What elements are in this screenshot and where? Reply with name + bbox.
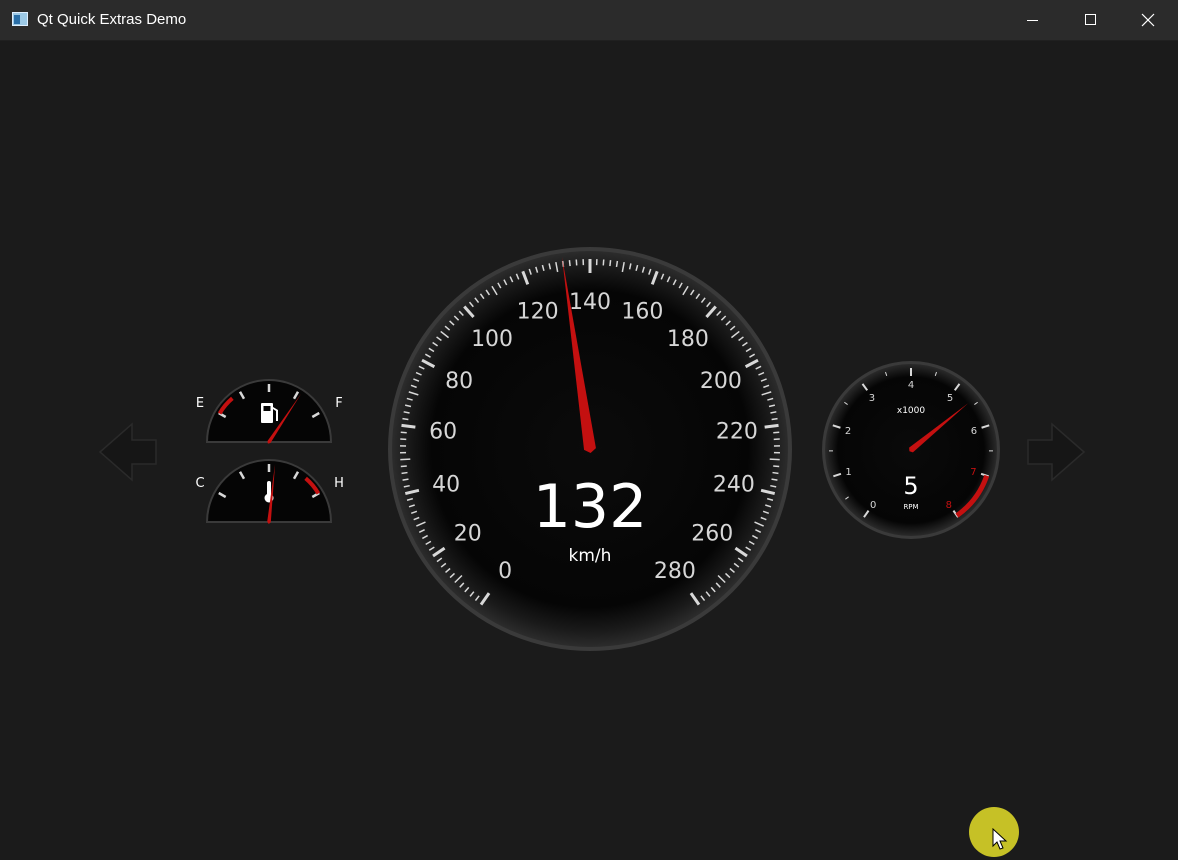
tachometer-multiplier: x1000 xyxy=(897,406,926,416)
tachometer-tick-label: 2 xyxy=(845,426,851,437)
gear-readout: 5 xyxy=(903,472,918,500)
right-turn-signal xyxy=(1027,422,1086,482)
mouse-cursor-icon xyxy=(992,828,1008,850)
speedometer-tick-label: 140 xyxy=(569,290,611,315)
tachometer-tick-label: 8 xyxy=(946,500,952,511)
speed-readout: 132 xyxy=(533,472,648,542)
speedometer-tick-label: 160 xyxy=(621,300,663,325)
speedometer-tick-label: 260 xyxy=(691,521,733,546)
tachometer-unit: RPM xyxy=(903,503,918,511)
close-button[interactable] xyxy=(1119,0,1177,40)
speedometer-tick-label: 240 xyxy=(713,473,755,498)
speedometer-tick xyxy=(764,423,779,429)
tachometer-tick-label: 4 xyxy=(908,380,914,391)
left-arrow-icon xyxy=(98,422,157,482)
speedometer-tick-label: 200 xyxy=(700,369,742,394)
speedometer: 020406080100120 140 160180200220240260280 … xyxy=(388,247,792,651)
close-icon xyxy=(1141,13,1155,27)
fuel-full-label: F xyxy=(335,396,342,411)
speedometer-tick xyxy=(773,431,780,434)
tachometer-tick-label: 6 xyxy=(971,426,977,437)
speedometer-tick xyxy=(400,465,407,468)
fuel-gauge: E F xyxy=(196,379,343,444)
speedometer-tick xyxy=(771,417,778,421)
speedometer-tick-label: 20 xyxy=(454,521,482,546)
tachometer-tick-label: 5 xyxy=(947,393,953,404)
speedometer-tick xyxy=(402,478,409,481)
tachometer: 0 1 2 3 4 5 6 7 8 x1000 5 RPM xyxy=(822,361,1000,539)
speedometer-tick-label: 60 xyxy=(429,420,457,445)
speedometer-tick-label: 180 xyxy=(667,327,709,352)
speed-unit: km/h xyxy=(569,546,612,566)
tachometer-tick-label: 0 xyxy=(870,500,876,511)
speedometer-tick-label: 220 xyxy=(716,420,758,445)
right-arrow-icon xyxy=(1027,422,1086,482)
speedometer-tick xyxy=(771,478,778,481)
speedometer-tick-label: 80 xyxy=(445,369,473,394)
minimize-icon xyxy=(1027,20,1038,21)
temp-hot-label: H xyxy=(334,476,344,491)
speedometer-tick xyxy=(400,458,411,461)
speedometer-tick xyxy=(772,471,779,475)
tachometer-tick-label: 1 xyxy=(845,467,851,478)
temperature-gauge: C H xyxy=(195,459,344,524)
temp-cold-label: C xyxy=(195,476,204,491)
speedometer-tick xyxy=(401,471,408,475)
speedometer-tick xyxy=(568,260,571,267)
left-turn-signal xyxy=(98,422,157,482)
app-icon xyxy=(12,12,28,26)
speedometer-tick-label: 40 xyxy=(432,473,460,498)
app-window: Qt Quick Extras Demo 0 20 40 60 80 100 1… xyxy=(0,0,1178,860)
window-title: Qt Quick Extras Demo xyxy=(37,11,187,28)
dashboard: 0 20 40 60 80 100 120 140 160 180 200 220 240 260 280 … xyxy=(0,40,1178,860)
tachometer-tick-label: 7 xyxy=(970,467,976,478)
speedometer-tick xyxy=(609,260,612,267)
speedometer-tick-label: 280 xyxy=(654,559,696,584)
speedometer-tick xyxy=(769,458,780,461)
speedometer-tick-label: 100 xyxy=(471,327,513,352)
speedometer-tick xyxy=(400,431,407,434)
maximize-icon xyxy=(1085,14,1096,25)
title-bar[interactable]: Qt Quick Extras Demo xyxy=(0,0,1178,41)
fuel-empty-label: E xyxy=(196,396,204,411)
minimize-button[interactable] xyxy=(1003,0,1061,40)
maximize-button[interactable] xyxy=(1061,0,1119,40)
speedometer-tick xyxy=(773,465,780,468)
speedometer-tick xyxy=(615,260,619,268)
speedometer-tick xyxy=(401,423,416,429)
speedometer-tick xyxy=(402,417,409,421)
speedometer-tick-label: 0 xyxy=(498,559,512,584)
tachometer-tick-label: 3 xyxy=(869,393,875,404)
speedometer-tick-label: 120 xyxy=(517,300,559,325)
